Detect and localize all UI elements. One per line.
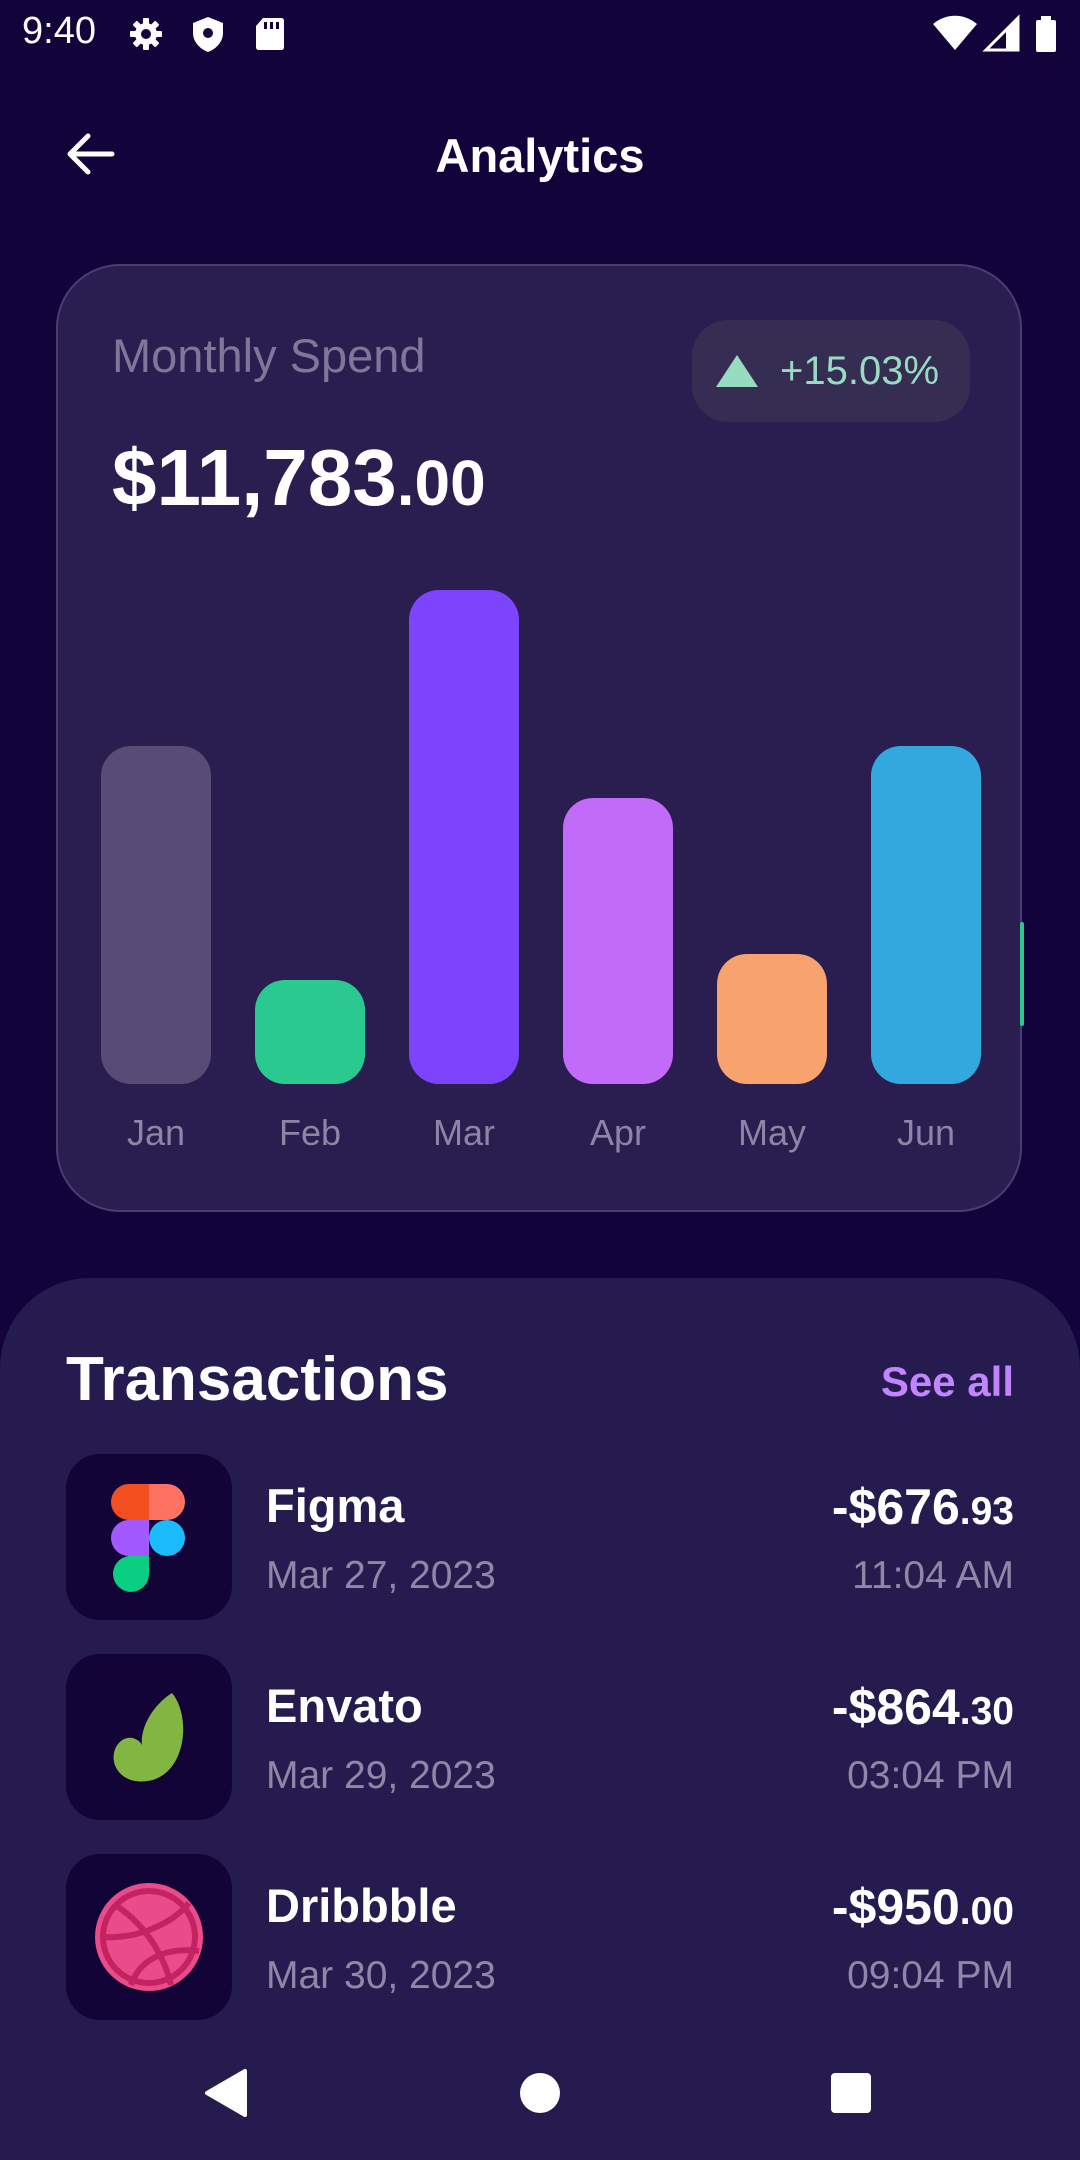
bar-apr[interactable] [563,798,673,1084]
nav-home-button[interactable] [485,2040,595,2150]
transaction-name: Envato [266,1679,423,1732]
spend-bar-chart: Jan Feb Mar Apr May Jun [58,266,1024,1214]
bar-mar[interactable] [409,590,519,1084]
transaction-item[interactable]: Figma Mar 27, 2023 -$676.93 11:04 AM [66,1454,1014,1620]
transaction-date: Mar 27, 2023 [266,1554,496,1597]
transactions-title: Transactions [66,1345,449,1414]
transaction-item[interactable]: Envato Mar 29, 2023 -$864.30 03:04 PM [66,1654,1014,1820]
monthly-spend-card: Monthly Spend $11,783.00 +15.03% Jan Feb M… [56,264,1024,1214]
battery-icon [1032,14,1060,54]
transaction-item[interactable]: Dribbble Mar 30, 2023 -$950.00 09:04 PM [66,1854,1014,2020]
transaction-amount: -$676.93 [832,1478,1014,1536]
nav-back-button[interactable] [171,2040,281,2150]
status-bar: 9:40 [0,0,1080,66]
home-circle-icon [518,2071,562,2120]
shield-icon [188,14,228,54]
transaction-amount-main: -$950 [831,1879,960,1935]
bar-may[interactable] [717,954,827,1084]
bar-label-jun: Jun [896,1112,956,1153]
bar-jun[interactable] [871,746,981,1084]
bar-label-feb: Feb [278,1112,342,1153]
wifi-icon [932,14,978,54]
gear-icon [126,14,166,54]
bar-label-may: May [737,1112,806,1153]
sd-card-icon [250,14,290,54]
envato-icon [66,1654,232,1820]
bar-feb[interactable] [255,980,365,1084]
see-all-link[interactable]: See all [881,1358,1014,1406]
nav-recents-button[interactable] [796,2040,906,2150]
transaction-amount: -$950.00 [832,1878,1014,1936]
transaction-time: 09:04 PM [847,1954,1014,1997]
bar-jan[interactable] [101,746,211,1084]
recents-square-icon [829,2071,873,2120]
bar-label-mar: Mar [433,1112,495,1153]
figma-icon [66,1454,232,1620]
navigation-bar [0,2040,1080,2150]
transaction-date: Mar 30, 2023 [266,1954,496,1997]
transaction-amount-main: -$676 [831,1479,960,1535]
cell-signal-icon [982,14,1022,54]
dribbble-icon [66,1854,232,2020]
transaction-amount-cents: .30 [959,1690,1014,1733]
transactions-sheet: Transactions See all Figma Mar 27, 2023 … [0,1278,1080,2160]
transaction-date: Mar 29, 2023 [266,1754,496,1797]
transaction-amount-cents: .93 [959,1490,1014,1533]
page-title: Analytics [435,129,645,182]
bar-label-apr: Apr [589,1112,647,1153]
transaction-amount: -$864.30 [832,1678,1014,1736]
transaction-time: 03:04 PM [847,1754,1014,1797]
back-triangle-icon [203,2068,249,2123]
bar-label-jan: Jan [126,1112,186,1153]
transaction-amount-cents: .00 [959,1890,1014,1933]
transaction-name: Figma [266,1479,405,1532]
status-time: 9:40 [22,10,96,52]
scroll-indicator [1020,922,1024,1026]
transaction-name: Dribbble [266,1879,457,1932]
transaction-amount-main: -$864 [831,1679,960,1735]
transaction-time: 11:04 AM [852,1554,1014,1597]
